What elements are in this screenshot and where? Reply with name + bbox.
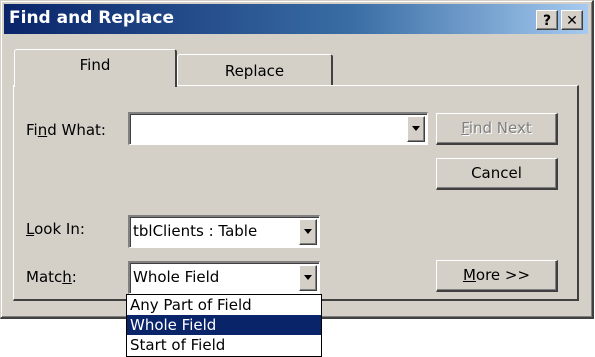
help-icon: ? <box>542 13 552 29</box>
tab-replace-label: Replace <box>224 62 285 80</box>
more-button[interactable]: More >> <box>436 260 558 292</box>
find-what-label: Find What: <box>26 121 106 139</box>
find-next-button[interactable]: Find Next <box>436 113 558 145</box>
find-replace-dialog: Find and Replace ? ✕ Find Replace Find W… <box>0 0 594 319</box>
look-in-label: Look In: <box>26 220 85 238</box>
find-what-combobox[interactable] <box>128 112 428 145</box>
match-label: Match: <box>26 268 77 286</box>
match-dropdown-list: Any Part of Field Whole Field Start of F… <box>126 294 322 357</box>
find-tab-panel: Find What: Look In: tblClients : Table M… <box>13 85 579 301</box>
match-option-start-of-field[interactable]: Start of Field <box>127 335 321 355</box>
close-button[interactable]: ✕ <box>561 10 583 30</box>
match-option-any-part[interactable]: Any Part of Field <box>127 295 321 315</box>
help-button[interactable]: ? <box>536 10 558 30</box>
tab-find-label: Find <box>79 56 111 74</box>
cancel-button[interactable]: Cancel <box>436 158 558 190</box>
look-in-value: tblClients : Table <box>133 222 258 240</box>
dialog-title: Find and Replace <box>9 8 174 28</box>
match-dropdown-icon[interactable] <box>299 265 317 291</box>
find-what-dropdown-icon[interactable] <box>407 116 425 142</box>
match-value: Whole Field <box>133 268 220 286</box>
match-combobox[interactable]: Whole Field <box>128 261 320 294</box>
match-option-whole-field[interactable]: Whole Field <box>127 315 321 335</box>
title-bar[interactable]: Find and Replace ? ✕ <box>4 4 588 34</box>
tab-replace[interactable]: Replace <box>177 54 333 87</box>
close-icon: ✕ <box>566 13 578 29</box>
look-in-dropdown-icon[interactable] <box>299 219 317 245</box>
tab-find[interactable]: Find <box>14 49 177 87</box>
look-in-combobox[interactable]: tblClients : Table <box>128 215 320 248</box>
